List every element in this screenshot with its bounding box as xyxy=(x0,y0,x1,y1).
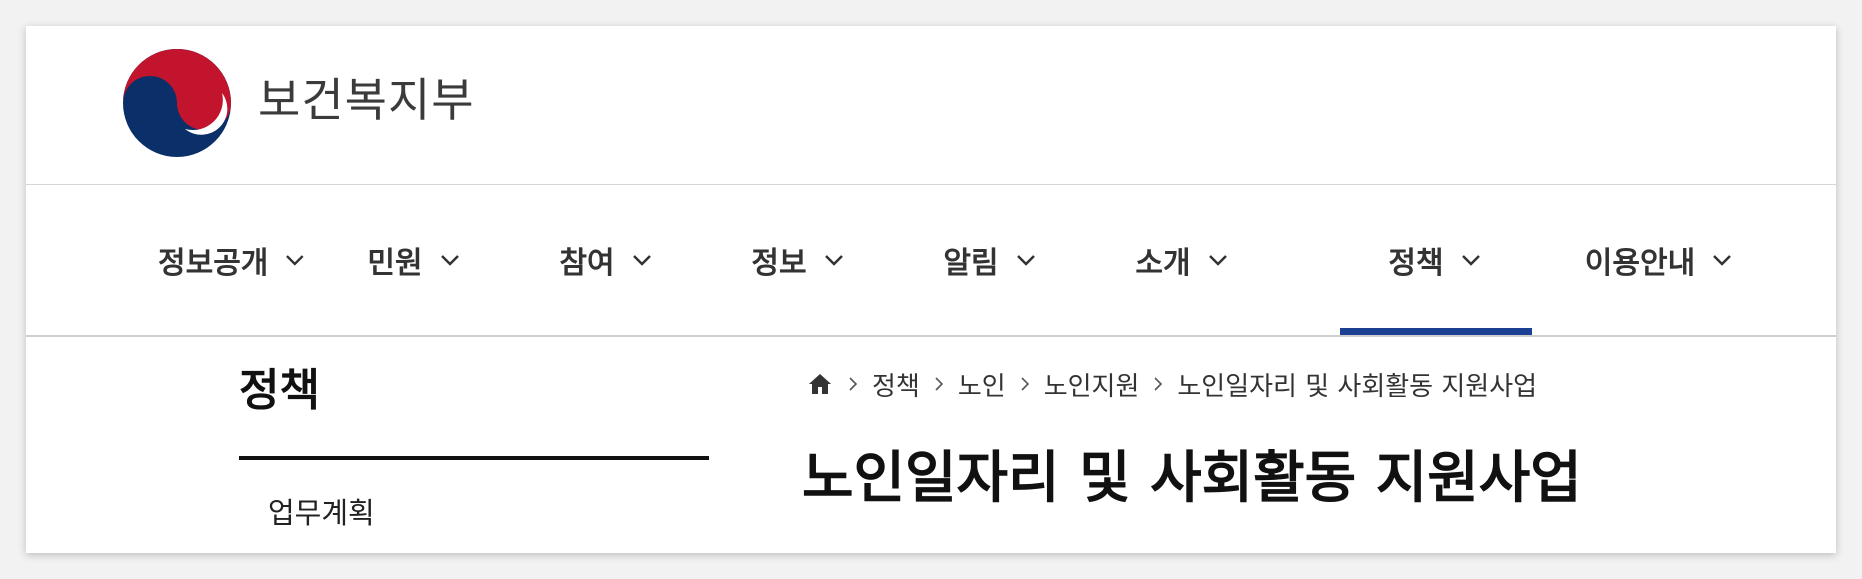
gnb-item-notice[interactable]: 알림 xyxy=(926,185,1056,335)
gnb-item-label: 소개 xyxy=(1135,246,1191,281)
site-header: 보건복지부 xyxy=(26,26,1836,185)
site-logo-text[interactable]: 보건복지부 xyxy=(258,70,475,130)
chevron-right-icon xyxy=(935,377,943,391)
global-nav: 정보공개 민원 참여 정보 알림 소개 정책 이용안내 xyxy=(26,185,1836,337)
breadcrumb-item-elderly[interactable]: 노인 xyxy=(958,366,1006,403)
side-nav-divider xyxy=(239,456,709,460)
breadcrumb-item-elderly-support[interactable]: 노인지원 xyxy=(1044,366,1140,403)
chevron-down-icon xyxy=(1016,255,1035,266)
gnb-item-civil-petition[interactable]: 민원 xyxy=(350,185,480,335)
gnb-item-label: 알림 xyxy=(943,246,999,281)
chevron-right-icon xyxy=(1154,377,1163,391)
side-nav-item-work-plan[interactable]: 업무계획 xyxy=(268,493,375,533)
gnb-item-participation[interactable]: 참여 xyxy=(542,185,672,335)
page-card: 보건복지부 정보공개 민원 참여 정보 알림 소개 정책 이용안내 정책 업무계… xyxy=(26,26,1836,553)
gnb-item-information[interactable]: 정보 xyxy=(734,185,864,335)
page-title: 노인일자리 및 사회활동 지원사업 xyxy=(802,446,1582,511)
chevron-down-icon xyxy=(1713,255,1732,266)
breadcrumb-item-current[interactable]: 노인일자리 및 사회활동 지원사업 xyxy=(1177,366,1537,403)
chevron-right-icon xyxy=(1021,377,1029,391)
gnb-item-label: 정책 xyxy=(1388,246,1444,281)
gnb-item-label: 정보 xyxy=(751,246,807,281)
side-nav-title: 정책 xyxy=(239,365,320,416)
chevron-down-icon xyxy=(1208,255,1227,266)
chevron-down-icon xyxy=(824,255,843,266)
gnb-item-label: 정보공개 xyxy=(158,246,269,281)
chevron-down-icon xyxy=(1461,255,1480,266)
gnb-item-info-disclosure[interactable]: 정보공개 xyxy=(158,185,308,335)
gnb-item-label: 민원 xyxy=(367,246,423,281)
gnb-item-label: 이용안내 xyxy=(1584,246,1696,281)
gnb-item-label: 참여 xyxy=(559,246,615,281)
gnb-item-usage-guide[interactable]: 이용안내 xyxy=(1570,185,1750,335)
home-icon[interactable] xyxy=(806,370,834,398)
chevron-down-icon xyxy=(286,255,304,266)
government-emblem-icon[interactable] xyxy=(121,47,233,159)
breadcrumb-item-policy[interactable]: 정책 xyxy=(872,366,920,403)
chevron-right-icon xyxy=(849,377,858,391)
gnb-item-policy[interactable]: 정책 xyxy=(1340,185,1532,335)
chevron-down-icon xyxy=(440,255,459,266)
chevron-down-icon xyxy=(632,255,651,266)
breadcrumb: 정책 노인 노인지원 노인일자리 및 사회활동 지원사업 xyxy=(806,364,1537,404)
gnb-item-introduction[interactable]: 소개 xyxy=(1118,185,1248,335)
